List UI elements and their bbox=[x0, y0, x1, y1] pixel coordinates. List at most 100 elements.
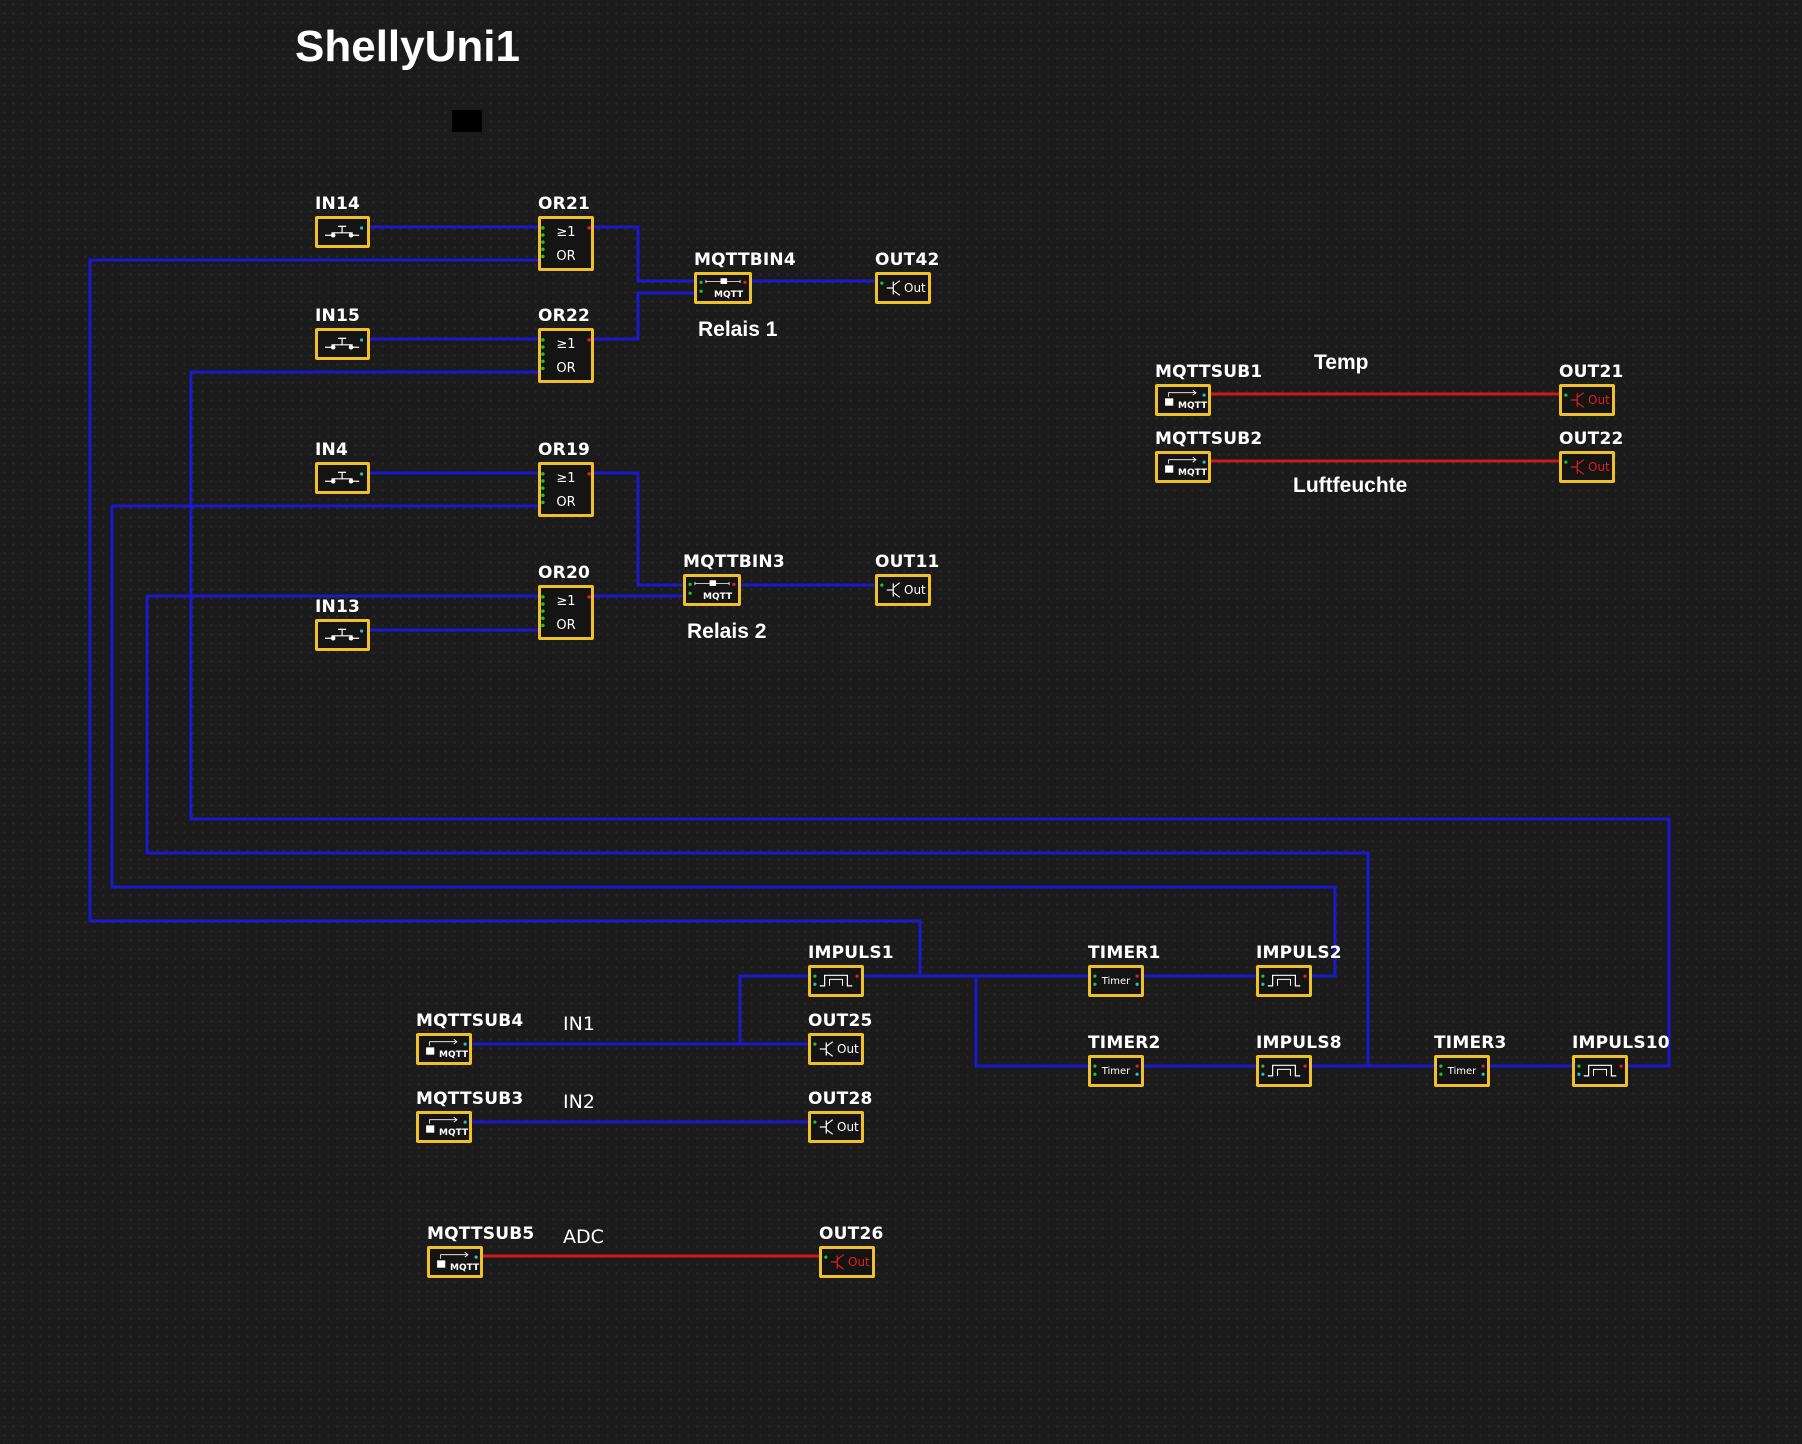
pulse-icon bbox=[1261, 1064, 1307, 1077]
mqtt-tag: MQTT bbox=[439, 1128, 469, 1138]
pulse-icon bbox=[1261, 974, 1307, 987]
impuls10-block[interactable]: IMPULS10 bbox=[1572, 1033, 1670, 1087]
out-tag: Out bbox=[837, 1120, 859, 1134]
wire[interactable] bbox=[145, 594, 1370, 1068]
wire[interactable] bbox=[594, 471, 683, 587]
block-label: OR20 bbox=[538, 563, 590, 583]
caption-in1: IN1 bbox=[563, 1013, 595, 1035]
block-label: OUT28 bbox=[808, 1089, 873, 1109]
wire-layer bbox=[88, 225, 1671, 1258]
timer-tag: Timer bbox=[1447, 1066, 1477, 1077]
out21-block[interactable]: OUT21 Out bbox=[1559, 362, 1623, 416]
mqttbin4-block[interactable]: MQTTBIN4 MQTT bbox=[694, 250, 796, 304]
block-label: OUT26 bbox=[819, 1224, 884, 1244]
block-label: MQTTSUB2 bbox=[1155, 429, 1263, 449]
block-label: IN14 bbox=[315, 194, 361, 214]
out42-block[interactable]: OUT42 Out bbox=[875, 250, 939, 304]
impuls1-block[interactable]: IMPULS1 bbox=[808, 943, 894, 997]
mqtt-tag: MQTT bbox=[703, 592, 733, 602]
caption-temp: Temp bbox=[1314, 351, 1369, 374]
out11-block[interactable]: OUT11 Out bbox=[875, 552, 939, 606]
timer1-block[interactable]: TIMER1 Timer bbox=[1088, 943, 1160, 997]
mqttsub5-block[interactable]: MQTTSUB5 MQTT bbox=[427, 1224, 534, 1278]
mqttbin3-block[interactable]: MQTTBIN3 MQTT bbox=[683, 552, 785, 606]
wire[interactable] bbox=[594, 225, 694, 283]
block-label: TIMER2 bbox=[1088, 1033, 1161, 1053]
timer3-block[interactable]: TIMER3 Timer bbox=[1434, 1033, 1506, 1087]
in13-block[interactable]: IN13 bbox=[315, 597, 370, 651]
gate-type: OR bbox=[556, 249, 576, 264]
block-label: IN15 bbox=[315, 306, 361, 326]
push-button-icon bbox=[325, 628, 364, 641]
block-label: MQTTBIN3 bbox=[683, 552, 785, 572]
logic-canvas[interactable]: ShellyUni1 IN14 IN15 IN4 IN13 OR21 ≥1 OR… bbox=[0, 0, 1802, 1444]
block-label: OR21 bbox=[538, 194, 590, 214]
block-label: IMPULS10 bbox=[1572, 1033, 1670, 1053]
out28-block[interactable]: OUT28 Out bbox=[808, 1089, 872, 1143]
in4-block[interactable]: IN4 bbox=[315, 440, 370, 494]
mqtt-tag: MQTT bbox=[450, 1263, 480, 1273]
block-label: OUT42 bbox=[875, 250, 940, 270]
or20-gate[interactable]: OR20 ≥1 OR bbox=[538, 563, 594, 640]
block-label: IMPULS8 bbox=[1256, 1033, 1342, 1053]
or22-gate[interactable]: OR22 ≥1 OR bbox=[538, 306, 594, 383]
block-label: OUT25 bbox=[808, 1011, 873, 1031]
block-label: MQTTSUB1 bbox=[1155, 362, 1263, 382]
timer-tag: Timer bbox=[1101, 1066, 1131, 1077]
mqtt-tag: MQTT bbox=[714, 290, 744, 300]
push-button-icon bbox=[325, 337, 364, 350]
mqttsub4-block[interactable]: MQTTSUB4 MQTT bbox=[416, 1011, 523, 1065]
out-tag: Out bbox=[848, 1255, 870, 1269]
wire[interactable] bbox=[189, 370, 1671, 1068]
caption-adc: ADC bbox=[563, 1226, 604, 1248]
block-label: MQTTSUB3 bbox=[416, 1089, 524, 1109]
in14-block[interactable]: IN14 bbox=[315, 194, 370, 248]
out-tag: Out bbox=[1588, 460, 1610, 474]
push-button-icon bbox=[325, 225, 364, 238]
caption-in2: IN2 bbox=[563, 1091, 595, 1113]
caption-relais-1: Relais 1 bbox=[698, 318, 778, 341]
gate-type: OR bbox=[556, 618, 576, 633]
mqtt-tag: MQTT bbox=[439, 1050, 469, 1060]
block-label: MQTTBIN4 bbox=[694, 250, 796, 270]
impuls8-block[interactable]: IMPULS8 bbox=[1256, 1033, 1342, 1087]
out25-block[interactable]: OUT25 Out bbox=[808, 1011, 872, 1065]
or-symbol: ≥1 bbox=[556, 471, 576, 486]
caption-luftfeuchte: Luftfeuchte bbox=[1293, 474, 1408, 497]
mqttsub2-block[interactable]: MQTTSUB2 MQTT bbox=[1155, 429, 1262, 483]
out-tag: Out bbox=[1588, 393, 1610, 407]
caption-relais-2: Relais 2 bbox=[687, 620, 767, 643]
pulse-icon bbox=[1577, 1064, 1623, 1077]
block-label: OR19 bbox=[538, 440, 590, 460]
wire[interactable] bbox=[974, 976, 1088, 1068]
block-label: OUT11 bbox=[875, 552, 940, 572]
gate-type: OR bbox=[556, 361, 576, 376]
or-symbol: ≥1 bbox=[556, 337, 576, 352]
mqttsub1-block[interactable]: MQTTSUB1 MQTT bbox=[1155, 362, 1262, 416]
block-label: MQTTSUB5 bbox=[427, 1224, 535, 1244]
out-tag: Out bbox=[904, 281, 926, 295]
block-label: TIMER1 bbox=[1088, 943, 1161, 963]
out-tag: Out bbox=[837, 1042, 859, 1056]
wire[interactable] bbox=[594, 291, 694, 341]
or21-gate[interactable]: OR21 ≥1 OR bbox=[538, 194, 594, 271]
block-label: IN13 bbox=[315, 597, 361, 617]
out22-block[interactable]: OUT22 Out bbox=[1559, 429, 1623, 483]
wire[interactable] bbox=[738, 974, 808, 1044]
impuls2-block[interactable]: IMPULS2 bbox=[1256, 943, 1342, 997]
mqtt-tag: MQTT bbox=[1178, 401, 1208, 411]
block-label: OR22 bbox=[538, 306, 590, 326]
block-label: IMPULS2 bbox=[1256, 943, 1342, 963]
block-label: IMPULS1 bbox=[808, 943, 894, 963]
block-label: OUT21 bbox=[1559, 362, 1624, 382]
out26-block[interactable]: OUT26 Out bbox=[819, 1224, 883, 1278]
or19-gate[interactable]: OR19 ≥1 OR bbox=[538, 440, 594, 517]
or-symbol: ≥1 bbox=[556, 225, 576, 240]
mqttsub3-block[interactable]: MQTTSUB3 MQTT bbox=[416, 1089, 523, 1143]
gate-type: OR bbox=[556, 495, 576, 510]
pulse-icon bbox=[813, 974, 859, 987]
block-label: TIMER3 bbox=[1434, 1033, 1507, 1053]
in15-block[interactable]: IN15 bbox=[315, 306, 370, 360]
timer2-block[interactable]: TIMER2 Timer bbox=[1088, 1033, 1160, 1087]
or-symbol: ≥1 bbox=[556, 594, 576, 609]
